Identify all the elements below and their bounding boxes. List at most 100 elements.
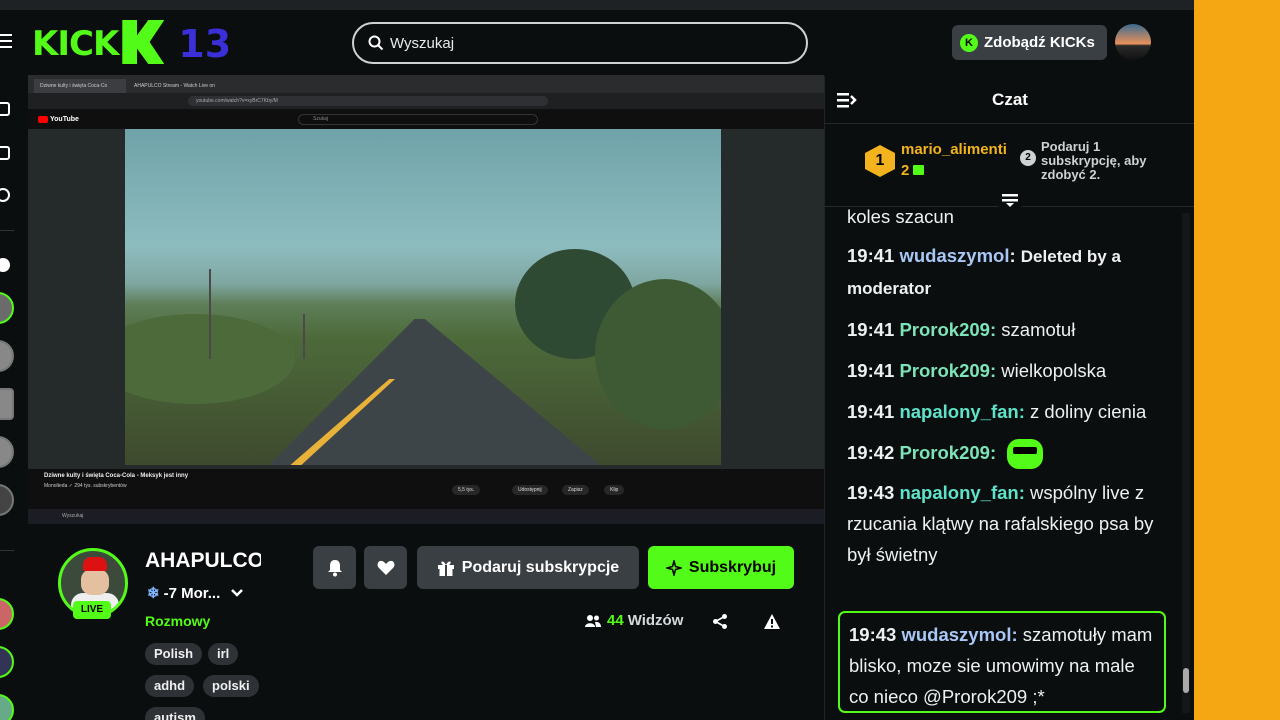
sidebar-channel-avatar[interactable] bbox=[0, 598, 14, 630]
message-username[interactable]: napalony_fan bbox=[899, 482, 1018, 503]
message-time: 19:43 bbox=[849, 624, 897, 645]
channel-name[interactable]: AHAPULCO bbox=[145, 549, 261, 573]
rank-badge: 2 bbox=[1020, 150, 1036, 166]
chat-message: 19:43 wudaszymol: szamotuły mam blisko, … bbox=[849, 624, 1153, 707]
tag[interactable]: autism bbox=[145, 707, 205, 720]
chat-header: Czat bbox=[825, 76, 1194, 124]
viewer-label: Widzów bbox=[627, 612, 684, 629]
tag[interactable]: irl bbox=[208, 643, 239, 665]
message-username[interactable]: wudaszymol bbox=[899, 245, 1009, 266]
browser-top-strip bbox=[0, 0, 1194, 10]
youtube-channel-line: Monolteda ✓ 294 tys. subskrybentów bbox=[44, 483, 127, 489]
stream-browser-tabs: Dziwne kulty i święta Coca-Co AHAPULCO S… bbox=[28, 75, 824, 93]
chat-message: 19:42 Prorok209: bbox=[847, 437, 1177, 470]
chat-message: 19:41 Prorok209: szamotuł bbox=[847, 319, 1076, 340]
sidebar-channel-avatar[interactable] bbox=[0, 694, 14, 720]
sunglasses-emote-icon bbox=[1007, 439, 1044, 470]
logo-k-icon bbox=[122, 20, 165, 64]
get-kicks-label: Zdobądź KICKs bbox=[984, 34, 1095, 51]
youtube-video-title: Dziwne kulty i święta Coca-Cola - Meksyk… bbox=[44, 473, 189, 479]
message-time: 19:41 bbox=[847, 245, 895, 266]
home-icon[interactable] bbox=[0, 102, 10, 116]
message-time: 19:42 bbox=[847, 442, 895, 463]
tag[interactable]: Polish bbox=[145, 643, 203, 665]
heart-icon[interactable] bbox=[0, 258, 10, 272]
search-box[interactable] bbox=[352, 22, 808, 64]
message-username[interactable]: Prorok209 bbox=[899, 442, 990, 463]
scrollbar-thumb[interactable] bbox=[1183, 668, 1189, 693]
sidebar-channel-avatar[interactable] bbox=[0, 388, 14, 420]
gift-subscription-label: Podaruj subskrypcje bbox=[461, 558, 620, 576]
gift-icon bbox=[437, 561, 454, 576]
youtube-like: 5,5 tys. bbox=[452, 485, 481, 495]
users-icon bbox=[585, 614, 601, 627]
chat-filter-icon[interactable] bbox=[997, 192, 1023, 212]
browse-icon[interactable] bbox=[0, 146, 10, 160]
stream-video-frame bbox=[28, 129, 824, 524]
chat-message: 19:43 napalony_fan: wspólny live z rzuca… bbox=[847, 482, 1154, 566]
follow-button[interactable] bbox=[364, 546, 407, 589]
hamburger-menu-icon[interactable] bbox=[0, 34, 12, 48]
chat-message: 19:41 Prorok209: wielkopolska bbox=[847, 360, 1107, 381]
youtube-video-meta: Dziwne kulty i święta Coca-Cola - Meksyk… bbox=[28, 469, 824, 509]
stream-browser-tab: AHAPULCO Stream - Watch Live on bbox=[128, 79, 220, 93]
subscribe-label: Subskrybuj bbox=[688, 558, 777, 576]
kick-app: KICK 13 K Zdobądź KICKs Dziwne kulty i ś… bbox=[0, 0, 1194, 720]
gift-count-number: 2 bbox=[901, 162, 910, 179]
chat-panel: Czat 1 mario_alimenti 2 2 Podaruj 1 subs… bbox=[824, 76, 1194, 720]
share-icon[interactable] bbox=[712, 613, 728, 630]
message-time: 19:41 bbox=[847, 401, 895, 422]
message-username[interactable]: napalony_fan bbox=[899, 401, 1018, 422]
message-username[interactable]: Prorok209 bbox=[899, 360, 990, 381]
sidebar-channel-avatar[interactable] bbox=[0, 484, 14, 516]
notifications-button[interactable] bbox=[313, 546, 356, 589]
chat-scrollbar[interactable] bbox=[1182, 213, 1190, 713]
sparkle-icon bbox=[665, 559, 682, 576]
taskbar-search: Wyszukaj bbox=[62, 513, 84, 519]
gift-promo-text[interactable]: Podaruj 1 subskrypcję, aby zdobyć 2. bbox=[1041, 140, 1171, 182]
stream-taskbar: Wyszukaj bbox=[28, 509, 824, 524]
viewer-number: 44 bbox=[607, 612, 624, 629]
chevron-down-icon[interactable] bbox=[230, 588, 244, 598]
youtube-play-icon bbox=[38, 115, 48, 123]
message-time: 19:41 bbox=[847, 360, 895, 381]
sidebar-channel-avatar[interactable] bbox=[0, 436, 14, 468]
logo-number: 13 bbox=[178, 22, 232, 66]
category-link[interactable]: Rozmowy bbox=[145, 613, 210, 629]
sidebar-divider bbox=[0, 550, 14, 551]
user-avatar[interactable] bbox=[1115, 24, 1151, 60]
viewer-count: 44 Widzów bbox=[585, 612, 683, 629]
bell-icon bbox=[327, 559, 342, 576]
rank-badge: 1 bbox=[865, 145, 895, 177]
gift-subscription-button[interactable]: Podaruj subskrypcje bbox=[417, 546, 639, 589]
stream-title[interactable]: ❄ -7 Mor... bbox=[147, 584, 244, 602]
utility-pole bbox=[303, 314, 305, 359]
video-player[interactable]: Dziwne kulty i święta Coca-Co AHAPULCO S… bbox=[28, 75, 824, 524]
sidebar-channel-avatar[interactable] bbox=[0, 646, 14, 678]
search-input[interactable] bbox=[390, 34, 770, 52]
stream-browser-address: youtube.com/watch?v=xyBrC7Kby/M bbox=[28, 93, 824, 109]
report-warning-icon[interactable] bbox=[763, 613, 781, 630]
kick-logo[interactable]: KICK 13 bbox=[32, 16, 231, 64]
gift-icon bbox=[913, 165, 925, 175]
get-kicks-button[interactable]: K Zdobądź KICKs bbox=[952, 25, 1107, 60]
tag[interactable]: adhd bbox=[145, 675, 195, 697]
utility-pole bbox=[209, 269, 211, 359]
subscribe-button[interactable]: Subskrybuj bbox=[648, 546, 794, 589]
heart-icon bbox=[377, 560, 394, 575]
following-icon[interactable] bbox=[0, 188, 10, 202]
tag[interactable]: polski bbox=[203, 675, 259, 697]
message-username[interactable]: wudaszymol bbox=[901, 624, 1011, 645]
youtube-save: Zapisz bbox=[562, 485, 589, 495]
desktop-background bbox=[1194, 0, 1280, 720]
snowflake-icon: ❄ bbox=[147, 585, 160, 602]
sidebar-channel-avatar[interactable] bbox=[0, 292, 14, 324]
message-username[interactable]: Prorok209 bbox=[899, 319, 990, 340]
chat-message: 19:41 napalony_fan: z doliny cienia bbox=[847, 401, 1147, 422]
youtube-header: YouTube Szukaj bbox=[28, 109, 824, 129]
top-gifter-name[interactable]: mario_alimenti bbox=[901, 141, 1007, 158]
message-text: wielkopolska bbox=[1001, 360, 1107, 381]
top-gifter-count: 2 bbox=[901, 162, 925, 179]
left-sidebar bbox=[0, 90, 16, 720]
sidebar-channel-avatar[interactable] bbox=[0, 340, 14, 372]
